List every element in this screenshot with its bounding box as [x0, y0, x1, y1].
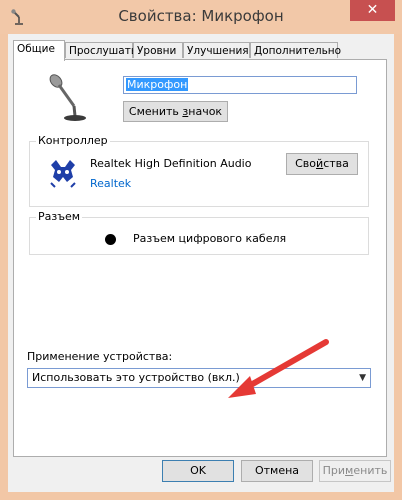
- jack-group-label: Разъем: [36, 210, 83, 223]
- tab-listen[interactable]: Прослушать: [65, 42, 137, 58]
- device-name-input[interactable]: Микрофон: [123, 76, 357, 94]
- jack-group: Разъем Разъем цифрового кабеля: [29, 210, 369, 255]
- change-icon-label-suffix: начок: [188, 105, 223, 118]
- close-button[interactable]: ✕: [350, 0, 395, 21]
- change-icon-button[interactable]: Сменить значок: [123, 101, 228, 122]
- device-name-value: Микрофон: [126, 78, 189, 91]
- apply-label-suffix: енить: [353, 464, 388, 477]
- microphone-icon: [49, 74, 86, 121]
- apply-label-prefix: При: [322, 464, 346, 477]
- properties-label-prefix: Сво: [295, 157, 317, 170]
- tab-enhancements[interactable]: Улучшения: [183, 42, 250, 58]
- properties-button[interactable]: Свойства: [286, 153, 358, 175]
- apply-button[interactable]: Применить: [319, 460, 391, 482]
- device-usage-label: Применение устройства:: [27, 350, 173, 363]
- properties-label-suffix: ства: [323, 157, 349, 170]
- general-tab-panel: Микрофон Сменить значок Контроллер Realt…: [13, 59, 387, 457]
- controller-vendor: Realtek: [90, 177, 132, 190]
- controller-name: Realtek High Definition Audio: [90, 157, 252, 170]
- jack-color-dot: [105, 234, 116, 245]
- cancel-button[interactable]: Отмена: [241, 460, 313, 482]
- controller-group: Контроллер Realtek High Definition Audio…: [29, 134, 369, 207]
- window-title: Свойства: Микрофон: [118, 7, 284, 25]
- controller-group-label: Контроллер: [36, 134, 110, 147]
- ok-button[interactable]: OK: [162, 460, 234, 482]
- realtek-logo-icon: [50, 160, 76, 188]
- properties-window: Свойства: Микрофон ✕ Общие Прослушать Ур…: [0, 0, 402, 500]
- dialog-client: Общие Прослушать Уровни Улучшения Дополн…: [8, 34, 394, 492]
- title-bar[interactable]: Свойства: Микрофон ✕: [0, 0, 402, 34]
- device-usage-value: Использовать это устройство (вкл.): [32, 371, 240, 384]
- tab-general[interactable]: Общие: [13, 40, 65, 61]
- jack-label: Разъем цифрового кабеля: [133, 232, 287, 245]
- device-usage-select[interactable]: Использовать это устройство (вкл.) ▼: [27, 368, 371, 388]
- change-icon-label-prefix: Сменить: [128, 105, 183, 118]
- tab-levels[interactable]: Уровни: [133, 42, 183, 58]
- chevron-down-icon: ▼: [359, 373, 366, 383]
- tab-advanced[interactable]: Дополнительно: [250, 42, 341, 58]
